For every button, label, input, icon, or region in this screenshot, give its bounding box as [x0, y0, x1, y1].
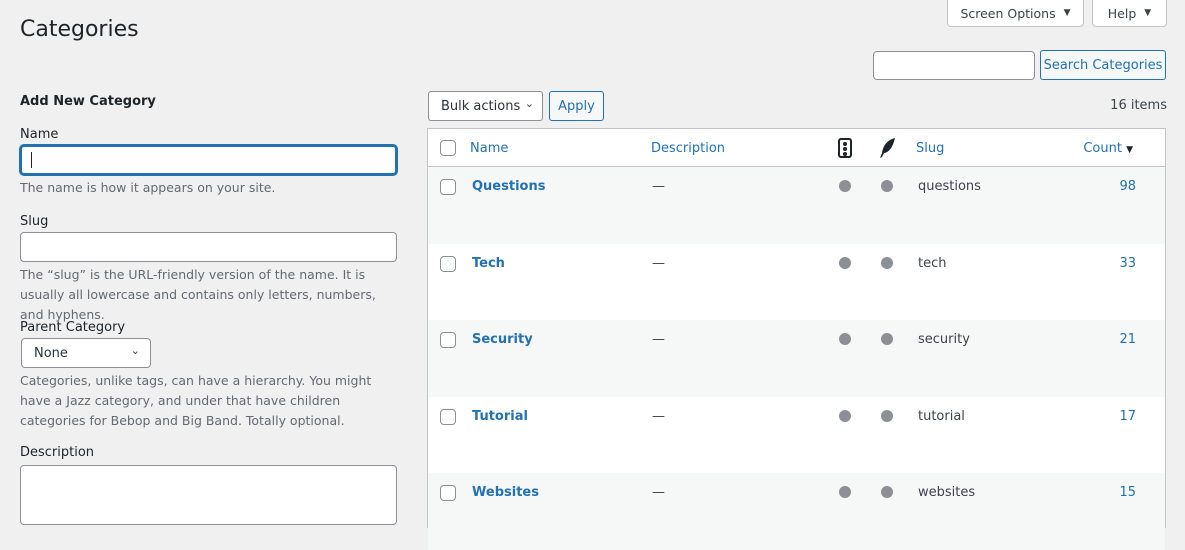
parent-label: Parent Category	[20, 320, 126, 335]
category-slug: security	[918, 332, 970, 347]
help-button[interactable]: Help ▼	[1092, 0, 1167, 27]
table-row: Tech — tech 33	[428, 244, 1165, 321]
parent-help: Categories, unlike tags, can have a hier…	[20, 373, 372, 428]
name-help: The name is how it appears on your site.	[20, 180, 276, 195]
category-description: —	[652, 332, 665, 347]
screen-options-label: Screen Options	[960, 5, 1056, 21]
category-slug: tech	[918, 255, 947, 271]
name-label: Name	[20, 127, 59, 142]
description-label: Description	[20, 445, 95, 460]
column-count-label: Count	[1083, 141, 1122, 156]
status-dot-icon	[881, 256, 893, 269]
category-description: —	[652, 255, 665, 271]
caret-down-icon: ▼	[1144, 8, 1152, 18]
column-slug[interactable]: Slug	[916, 141, 944, 156]
category-name-link[interactable]: Security	[472, 332, 533, 347]
category-count-link[interactable]: 33	[1119, 256, 1136, 271]
text-cursor	[31, 152, 32, 168]
status-dot-icon	[881, 486, 893, 498]
row-checkbox[interactable]	[440, 255, 456, 272]
chevron-down-icon: ⌄	[130, 344, 140, 357]
category-count-link[interactable]: 17	[1119, 409, 1136, 424]
category-name-link[interactable]: Questions	[472, 179, 545, 194]
category-slug: questions	[918, 179, 981, 194]
select-all-checkbox[interactable]	[440, 140, 456, 156]
table-row: Tutorial — tutorial 17	[428, 397, 1165, 474]
table-header: Name Description Slug Count ▼	[428, 129, 1165, 167]
table-row: Websites — websites 15	[428, 473, 1165, 550]
parent-select-value: None	[34, 346, 68, 361]
bulk-actions-value: Bulk actions	[441, 99, 521, 114]
categories-table: Name Description Slug Count ▼ Questions …	[427, 128, 1166, 550]
row-checkbox[interactable]	[440, 408, 456, 425]
chevron-down-icon: ⌄	[524, 97, 534, 110]
bulk-actions-select[interactable]: Bulk actions ⌄	[428, 91, 543, 121]
items-count: 16 items	[1110, 98, 1167, 113]
status-dot-icon	[881, 333, 893, 345]
status-dot-icon	[839, 180, 851, 192]
status-dot-icon	[839, 486, 851, 498]
category-name-link[interactable]: Tech	[472, 256, 505, 271]
help-label: Help	[1107, 5, 1137, 21]
search-input[interactable]	[873, 51, 1035, 80]
table-row: Questions — questions 98	[428, 167, 1165, 244]
status-dot-icon	[839, 333, 851, 345]
description-textarea[interactable]	[20, 465, 397, 525]
form-heading: Add New Category	[20, 94, 156, 109]
row-checkbox[interactable]	[440, 332, 456, 348]
name-input[interactable]	[20, 145, 397, 175]
category-description: —	[652, 408, 665, 424]
category-count-link[interactable]: 15	[1119, 485, 1136, 500]
status-dot-icon	[881, 180, 893, 192]
category-slug: websites	[918, 485, 976, 500]
apply-button[interactable]: Apply	[549, 91, 604, 121]
slug-label: Slug	[20, 214, 49, 229]
table-row: Security — security 21	[428, 320, 1165, 397]
category-name-link[interactable]: Websites	[472, 485, 539, 500]
search-categories-button[interactable]: Search Categories	[1040, 50, 1166, 80]
column-count[interactable]: Count ▼	[1083, 141, 1133, 156]
screen-options-button[interactable]: Screen Options ▼	[947, 0, 1084, 27]
caret-down-icon: ▼	[1063, 8, 1071, 18]
status-dot-icon	[839, 409, 851, 422]
slug-input[interactable]	[20, 232, 397, 262]
category-description: —	[652, 179, 665, 194]
parent-category-select[interactable]: None ⌄	[21, 338, 151, 368]
status-dot-icon	[881, 409, 893, 422]
category-name-link[interactable]: Tutorial	[472, 409, 528, 424]
column-name[interactable]: Name	[470, 141, 508, 156]
category-count-link[interactable]: 21	[1119, 332, 1136, 347]
category-description: —	[652, 485, 665, 500]
sort-desc-icon: ▼	[1126, 145, 1133, 155]
page-title: Categories	[20, 17, 139, 42]
status-dot-icon	[839, 256, 851, 269]
column-description[interactable]: Description	[651, 141, 725, 156]
row-checkbox[interactable]	[440, 485, 456, 501]
slug-help: The “slug” is the URL-friendly version o…	[20, 267, 376, 322]
row-checkbox[interactable]	[440, 179, 456, 195]
category-count-link[interactable]: 98	[1119, 179, 1136, 194]
category-slug: tutorial	[918, 408, 965, 424]
traffic-light-icon	[838, 138, 852, 158]
feather-icon	[879, 137, 897, 163]
